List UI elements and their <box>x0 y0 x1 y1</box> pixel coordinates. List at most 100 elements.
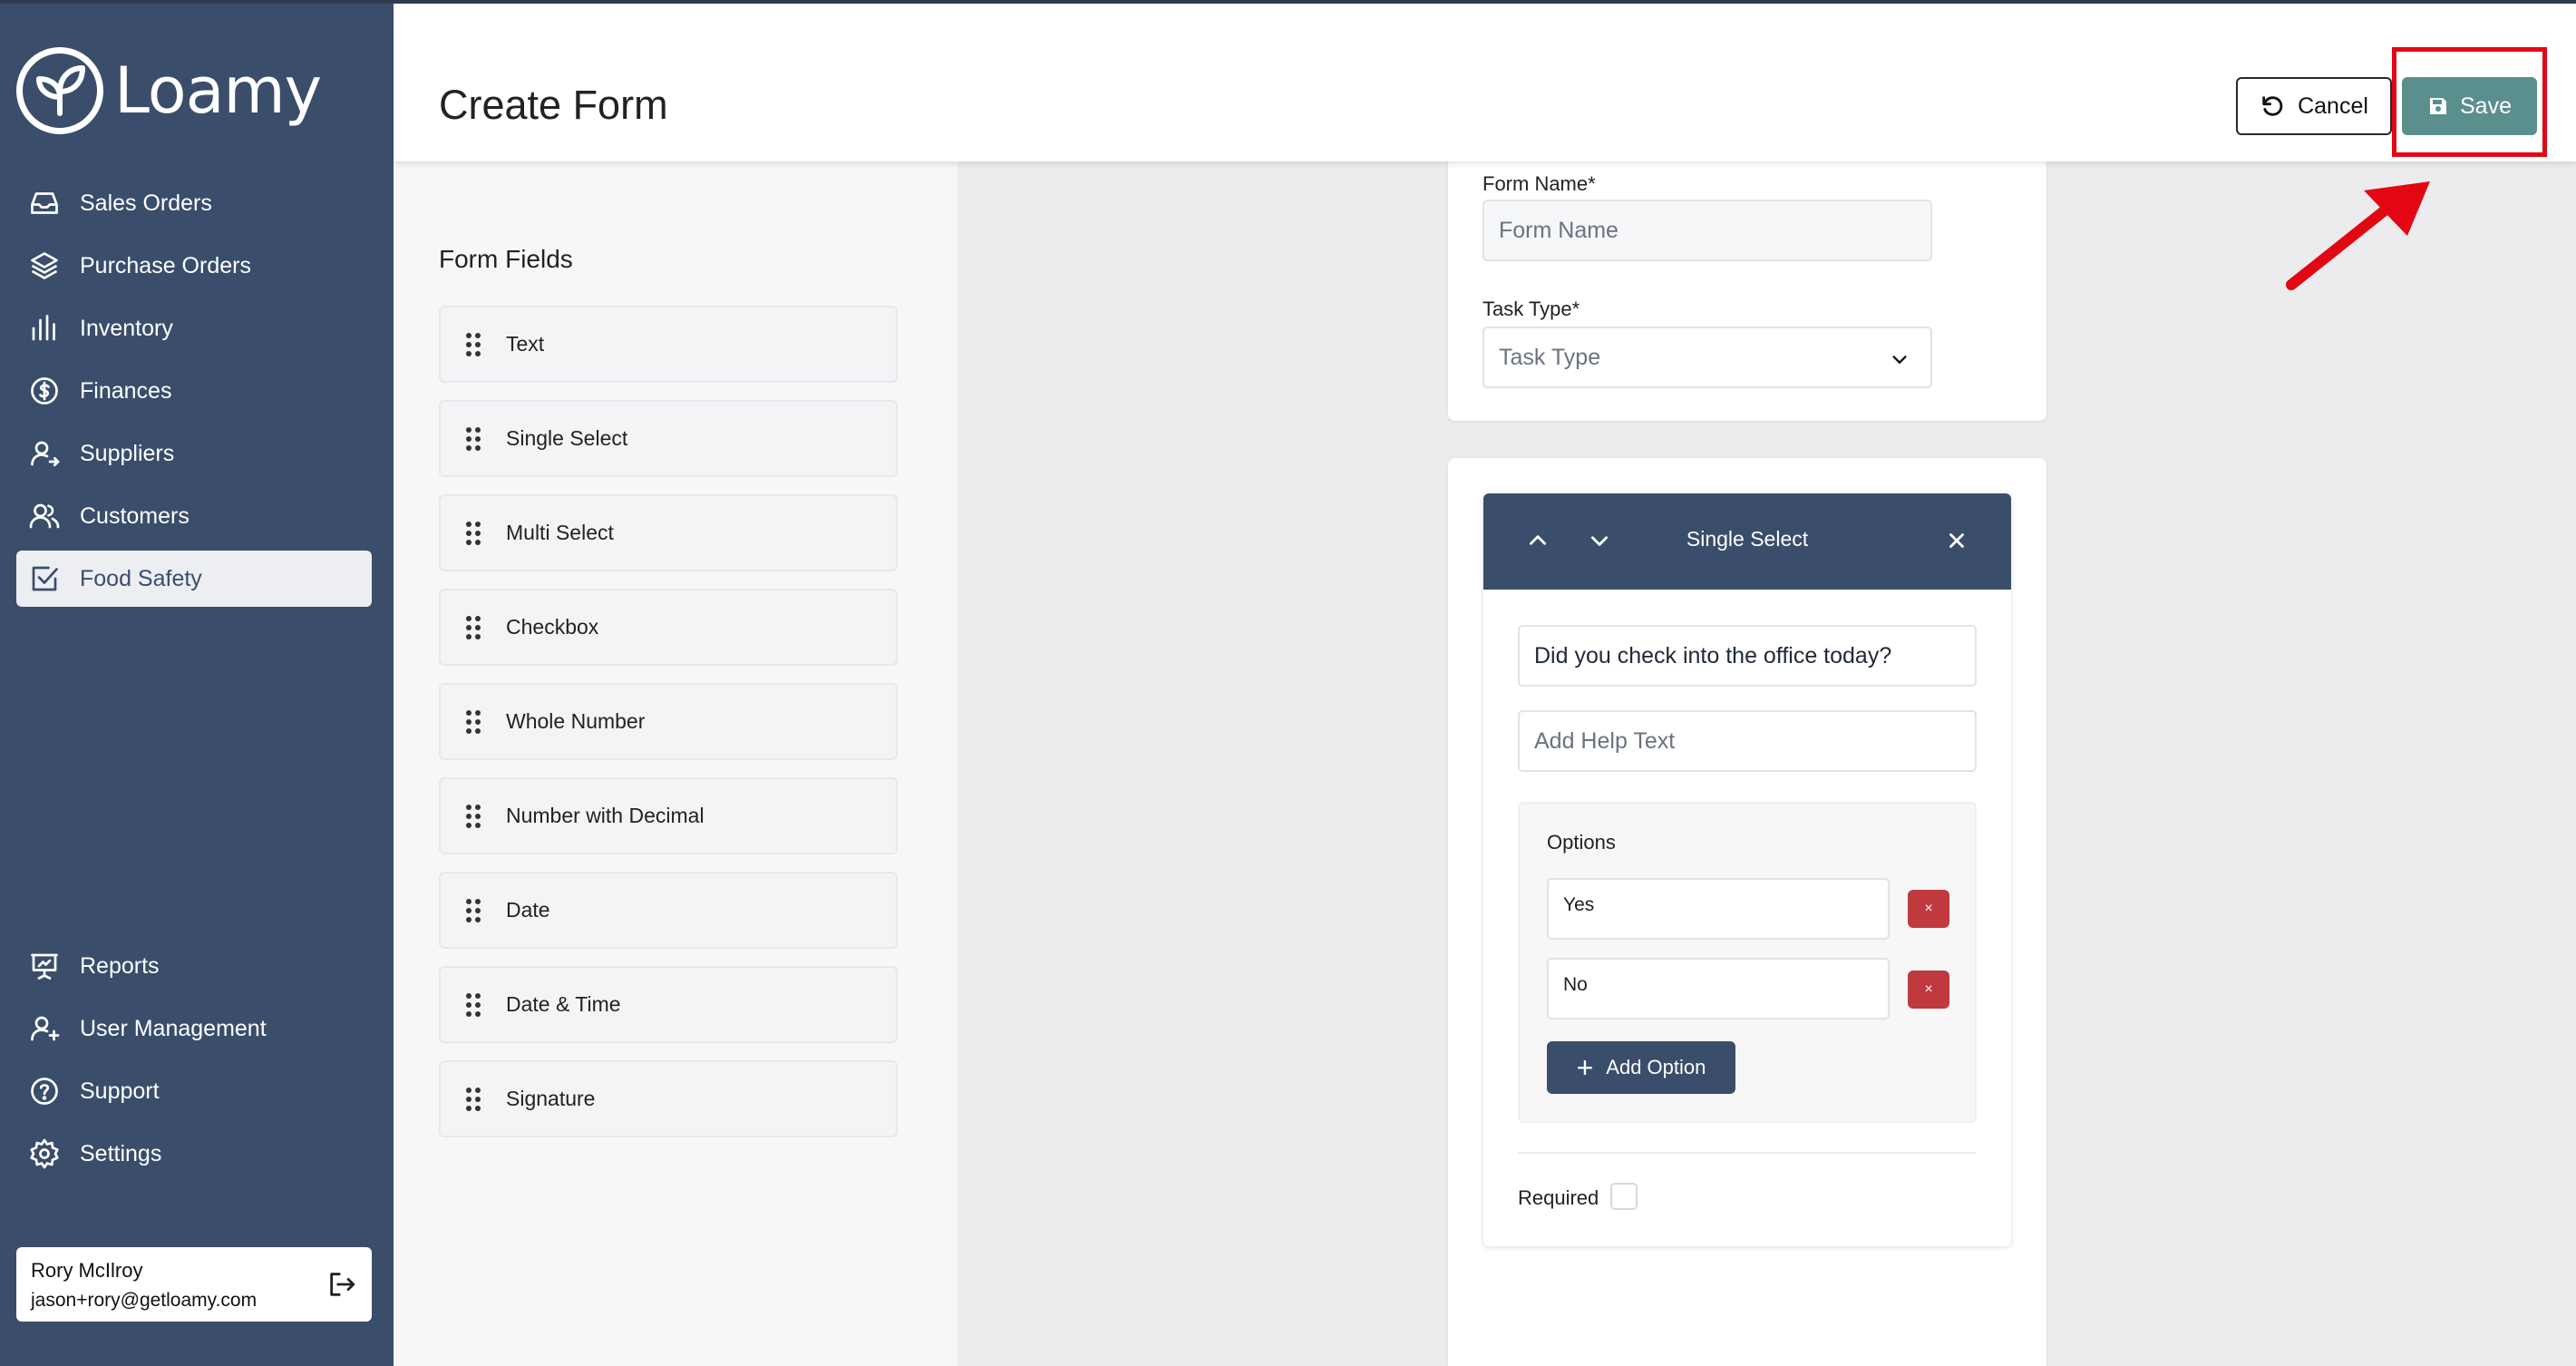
nav-purchase-orders[interactable]: Purchase Orders <box>16 238 372 294</box>
field-editor-title: Single Select <box>1686 527 1809 551</box>
nav-label: Suppliers <box>80 440 175 466</box>
drag-handle-icon[interactable] <box>466 426 481 451</box>
question-input[interactable]: Did you check into the office today? <box>1518 625 1977 687</box>
nav-label: User Management <box>80 1015 267 1041</box>
drag-handle-icon[interactable] <box>466 615 481 639</box>
nav-label: Support <box>80 1078 160 1104</box>
drag-handle-icon[interactable] <box>466 1087 481 1111</box>
user-plus-icon <box>27 1011 62 1046</box>
top-strip <box>0 0 2576 4</box>
user-name: Rory McIlroy <box>31 1259 143 1282</box>
option-input-yes[interactable]: Yes <box>1547 878 1890 940</box>
app-logo[interactable]: Loamy <box>16 47 322 134</box>
main-nav: Sales Orders Purchase Orders Inventory F… <box>16 175 372 613</box>
field-type-label: Multi Select <box>506 521 614 544</box>
bars-icon <box>27 311 62 346</box>
plus-icon: + <box>1576 1051 1594 1084</box>
nav-customers[interactable]: Customers <box>16 488 372 544</box>
user-email: jason+rory@getloamy.com <box>31 1290 258 1311</box>
nav-label: Inventory <box>80 315 173 341</box>
add-option-button[interactable]: + Add Option <box>1547 1041 1735 1094</box>
close-icon: × <box>1924 981 1933 997</box>
dollar-circle-icon <box>27 374 62 408</box>
bottom-nav: Reports User Management Support Settings <box>16 938 372 1188</box>
check-square-icon <box>27 561 62 596</box>
options-section: Options Yes × No × + Add Option <box>1518 802 1977 1123</box>
field-editor-header: Single Select <box>1483 493 2011 590</box>
remove-field-button[interactable] <box>1937 521 1977 561</box>
chevron-down-icon <box>1892 356 1907 364</box>
delete-option-button[interactable]: × <box>1908 971 1949 1009</box>
required-checkbox[interactable] <box>1610 1183 1638 1210</box>
nav-reports[interactable]: Reports <box>16 938 372 994</box>
logout-icon[interactable] <box>326 1269 357 1300</box>
page-title: Create Form <box>439 82 668 128</box>
nav-label: Reports <box>80 952 160 979</box>
nav-finances[interactable]: Finances <box>16 363 372 419</box>
nav-label: Settings <box>80 1140 162 1166</box>
cancel-button[interactable]: Cancel <box>2236 77 2392 135</box>
delete-option-button[interactable]: × <box>1908 890 1949 928</box>
field-type-label: Single Select <box>506 426 628 450</box>
field-type-single-select[interactable]: Single Select <box>439 400 898 477</box>
layers-icon <box>27 249 62 283</box>
form-settings-card: Form Name* Form Name Task Type* Task Typ… <box>1448 161 2046 421</box>
help-circle-icon <box>27 1074 62 1108</box>
red-arrow-annotation <box>2286 181 2430 290</box>
field-type-label: Checkbox <box>506 615 599 639</box>
field-type-signature[interactable]: Signature <box>439 1060 898 1137</box>
field-type-checkbox[interactable]: Checkbox <box>439 589 898 666</box>
nav-label: Sales Orders <box>80 190 212 216</box>
field-type-whole-number[interactable]: Whole Number <box>439 683 898 760</box>
inbox-icon <box>27 186 62 220</box>
form-fields-panel: Form Fields Text Single Select Multi Sel… <box>394 161 957 1366</box>
form-name-label: Form Name* <box>1482 172 1596 195</box>
nav-suppliers[interactable]: Suppliers <box>16 425 372 482</box>
field-type-date-time[interactable]: Date & Time <box>439 966 898 1043</box>
close-icon: × <box>1924 901 1933 916</box>
drag-handle-icon[interactable] <box>466 709 481 734</box>
drag-handle-icon[interactable] <box>466 992 481 1017</box>
save-highlight-box <box>2392 47 2547 157</box>
field-type-date[interactable]: Date <box>439 872 898 949</box>
drag-handle-icon[interactable] <box>466 804 481 828</box>
users-icon <box>27 499 62 533</box>
field-type-label: Date <box>506 898 550 922</box>
field-type-label: Text <box>506 332 545 356</box>
single-select-field-editor: Single Select Did you check into the off… <box>1483 493 2011 1246</box>
field-type-text[interactable]: Text <box>439 306 898 383</box>
add-option-label: Add Option <box>1606 1056 1706 1078</box>
field-type-number-with-decimal[interactable]: Number with Decimal <box>439 777 898 854</box>
form-name-input[interactable]: Form Name <box>1482 200 1932 261</box>
nav-support[interactable]: Support <box>16 1063 372 1119</box>
option-input-no[interactable]: No <box>1547 958 1890 1020</box>
field-type-label: Signature <box>506 1087 596 1110</box>
nav-inventory[interactable]: Inventory <box>16 300 372 356</box>
app-name: Loamy <box>114 54 322 128</box>
user-card: Rory McIlroy jason+rory@getloamy.com <box>16 1247 372 1322</box>
field-type-multi-select[interactable]: Multi Select <box>439 494 898 571</box>
task-type-select[interactable]: Task Type <box>1482 327 1932 388</box>
close-icon <box>1949 533 1964 548</box>
nav-sales-orders[interactable]: Sales Orders <box>16 175 372 231</box>
task-type-placeholder: Task Type <box>1499 344 1601 370</box>
drag-handle-icon[interactable] <box>466 521 481 545</box>
options-title: Options <box>1547 831 1616 854</box>
field-type-label: Number with Decimal <box>506 804 705 827</box>
presentation-icon <box>27 949 62 983</box>
gear-icon <box>27 1137 62 1171</box>
help-text-input[interactable]: Add Help Text <box>1518 710 1977 772</box>
nav-label: Food Safety <box>80 565 202 591</box>
field-type-label: Date & Time <box>506 992 621 1016</box>
cancel-label: Cancel <box>2298 93 2368 119</box>
divider <box>1518 1152 1977 1154</box>
required-label: Required <box>1518 1186 1599 1209</box>
nav-settings[interactable]: Settings <box>16 1126 372 1182</box>
sidebar: Loamy Sales Orders Purchase Orders Inven… <box>0 0 394 1366</box>
drag-handle-icon[interactable] <box>466 332 481 356</box>
drag-handle-icon[interactable] <box>466 898 481 922</box>
nav-user-management[interactable]: User Management <box>16 1000 372 1057</box>
nav-food-safety[interactable]: Food Safety <box>16 551 372 607</box>
nav-label: Finances <box>80 377 172 404</box>
sprout-logo-icon <box>16 47 103 134</box>
